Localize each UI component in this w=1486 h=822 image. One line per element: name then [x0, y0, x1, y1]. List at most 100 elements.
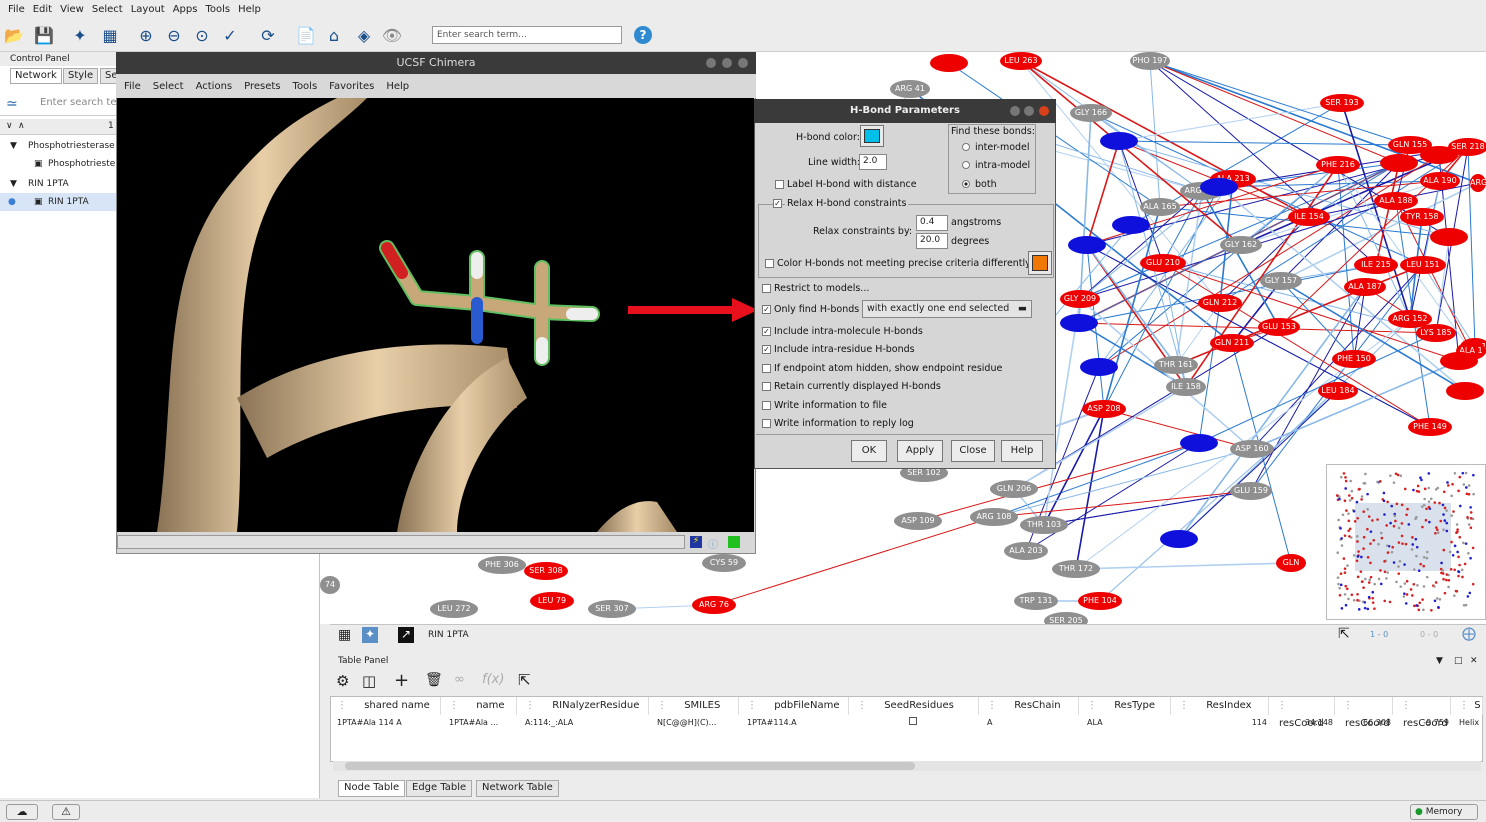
- seed-checkbox[interactable]: [857, 717, 977, 729]
- network-node[interactable]: [1430, 228, 1468, 246]
- chimera-menu-file[interactable]: File: [124, 81, 141, 92]
- network-node[interactable]: PHE 150: [1332, 350, 1376, 368]
- network-node[interactable]: ASP 160: [1230, 440, 1274, 458]
- network-node[interactable]: [1160, 530, 1198, 548]
- chimera-menu-select[interactable]: Select: [153, 81, 184, 92]
- maximize-icon[interactable]: [722, 58, 732, 68]
- chimera-menu-presets[interactable]: Presets: [244, 81, 280, 92]
- table-cell[interactable]: 34.148: [1277, 717, 1333, 729]
- column-header[interactable]: ⋮ ResChain: [981, 697, 1079, 715]
- intra-molecule-checkbox[interactable]: ✓: [762, 327, 771, 336]
- zoom-selected-icon[interactable]: ✓: [218, 23, 242, 47]
- settings-icon[interactable]: ⚙: [336, 672, 349, 690]
- degrees-input[interactable]: 20.0: [916, 233, 948, 249]
- network-node[interactable]: [1080, 358, 1118, 376]
- network-node[interactable]: TRP 131: [1014, 592, 1058, 610]
- network-node[interactable]: GLU 153: [1258, 318, 1300, 336]
- menu-file[interactable]: File: [8, 4, 25, 15]
- import-table-icon[interactable]: ▦: [98, 23, 122, 47]
- zoom-out-icon[interactable]: ⊖: [162, 23, 186, 47]
- menu-select[interactable]: Select: [92, 4, 123, 15]
- node-table[interactable]: ⋮ shared name ⋮ name ⋮ RINalyzerResidue ⋮ S…: [330, 696, 1483, 771]
- chimera-menu-actions[interactable]: Actions: [196, 81, 233, 92]
- network-node[interactable]: TYR 158: [1400, 208, 1444, 226]
- network-node[interactable]: SER 205: [1044, 612, 1088, 624]
- network-node[interactable]: LEU 79: [530, 592, 574, 610]
- column-header[interactable]: ⋮ shared name: [331, 697, 441, 715]
- refresh-icon[interactable]: ⟳: [256, 23, 280, 47]
- close-icon[interactable]: [738, 58, 748, 68]
- lightning-icon[interactable]: ⚡: [690, 536, 702, 548]
- show-hide-icon[interactable]: ◈: [352, 23, 376, 47]
- network-node[interactable]: [1180, 434, 1218, 452]
- horizontal-scrollbar[interactable]: [333, 761, 1481, 771]
- eye-icon[interactable]: 👁: [380, 23, 404, 47]
- network-node[interactable]: LYS 185: [1416, 324, 1456, 342]
- tab-edge-table[interactable]: Edge Table: [406, 780, 473, 797]
- table-cell[interactable]: -9.759: [1401, 717, 1449, 729]
- network-node[interactable]: [1112, 216, 1150, 234]
- network-node[interactable]: GLY 166: [1070, 104, 1112, 122]
- not-meeting-color-well[interactable]: [1028, 251, 1052, 275]
- new-network-icon[interactable]: 📄: [294, 23, 318, 47]
- table-cell[interactable]: 66.308: [1343, 717, 1391, 729]
- network-node[interactable]: ARG 76: [692, 596, 736, 614]
- retain-checkbox[interactable]: [762, 382, 771, 391]
- label-distance-checkbox[interactable]: [775, 180, 784, 189]
- write-log-checkbox[interactable]: [762, 419, 771, 428]
- menu-apps[interactable]: Apps: [173, 4, 198, 15]
- help-button[interactable]: Help: [1001, 440, 1043, 462]
- share-icon[interactable]: ✦: [362, 627, 378, 643]
- zoom-in-icon[interactable]: ⊕: [134, 23, 158, 47]
- grid-icon[interactable]: ▦: [338, 627, 351, 643]
- table-cell[interactable]: 114: [1179, 717, 1267, 729]
- column-header[interactable]: ⋮ resCoord: [1395, 697, 1451, 729]
- column-header[interactable]: ⋮ ResType: [1081, 697, 1171, 715]
- close-panel-icon[interactable]: ✕: [1470, 656, 1478, 666]
- scroll-thumb[interactable]: [345, 762, 915, 770]
- network-node[interactable]: ILE 158: [1166, 378, 1206, 396]
- network-node[interactable]: LEU 151: [1400, 256, 1446, 274]
- network-node[interactable]: ARG 108: [970, 508, 1018, 526]
- network-node[interactable]: [1446, 382, 1484, 400]
- network-node[interactable]: ILE 215: [1354, 256, 1398, 274]
- close-icon[interactable]: [1039, 106, 1049, 116]
- network-node[interactable]: LEU 272: [430, 600, 478, 618]
- column-header[interactable]: ⋮ resCoord: [1337, 697, 1393, 729]
- network-node[interactable]: ARG: [1470, 174, 1486, 192]
- table-cell[interactable]: N[C@@H](C)...: [657, 717, 737, 729]
- expand-all-icon[interactable]: ∧: [18, 121, 25, 131]
- network-node[interactable]: ALA 187: [1344, 278, 1386, 296]
- expand-arrow-icon[interactable]: ▼: [10, 137, 17, 155]
- menu-view[interactable]: View: [60, 4, 84, 15]
- info-icon[interactable]: ⓘ: [708, 536, 718, 551]
- network-node[interactable]: ALA 165: [1140, 198, 1180, 216]
- network-node[interactable]: [930, 54, 968, 72]
- network-node[interactable]: ALA 203: [1004, 542, 1048, 560]
- chimera-command-line[interactable]: [117, 535, 685, 549]
- only-find-checkbox[interactable]: ✓: [762, 305, 771, 314]
- radio-intra-model[interactable]: [962, 161, 970, 169]
- color-not-meeting-checkbox[interactable]: [765, 259, 774, 268]
- minimize-icon[interactable]: [1010, 106, 1020, 116]
- expand-icon[interactable]: ↗: [398, 627, 414, 643]
- line-width-input[interactable]: 2.0: [859, 154, 887, 170]
- network-search-icon[interactable]: ≃: [6, 96, 18, 112]
- network-node[interactable]: GLY 209: [1060, 290, 1100, 308]
- close-button[interactable]: Close: [951, 440, 995, 462]
- import-network-icon[interactable]: ✦: [68, 23, 92, 47]
- expand-arrow-icon[interactable]: ▼: [10, 175, 17, 193]
- network-node[interactable]: GLY 157: [1260, 272, 1302, 290]
- radio-inter-model[interactable]: [962, 143, 970, 151]
- network-search-input[interactable]: Enter search te: [40, 97, 117, 108]
- network-node[interactable]: PHE 149: [1408, 418, 1452, 436]
- table-cell[interactable]: A: [987, 717, 1077, 729]
- column-header[interactable]: ⋮ name: [443, 697, 517, 715]
- network-node[interactable]: [1420, 146, 1458, 164]
- network-node[interactable]: [1100, 132, 1138, 150]
- hbond-color-well[interactable]: [860, 125, 884, 147]
- table-cell[interactable]: A:114:_:ALA: [525, 717, 647, 729]
- table-cell[interactable]: 1PTA#114.A: [747, 717, 847, 729]
- menu-tools[interactable]: Tools: [205, 4, 230, 15]
- network-node[interactable]: GLN: [1276, 554, 1306, 572]
